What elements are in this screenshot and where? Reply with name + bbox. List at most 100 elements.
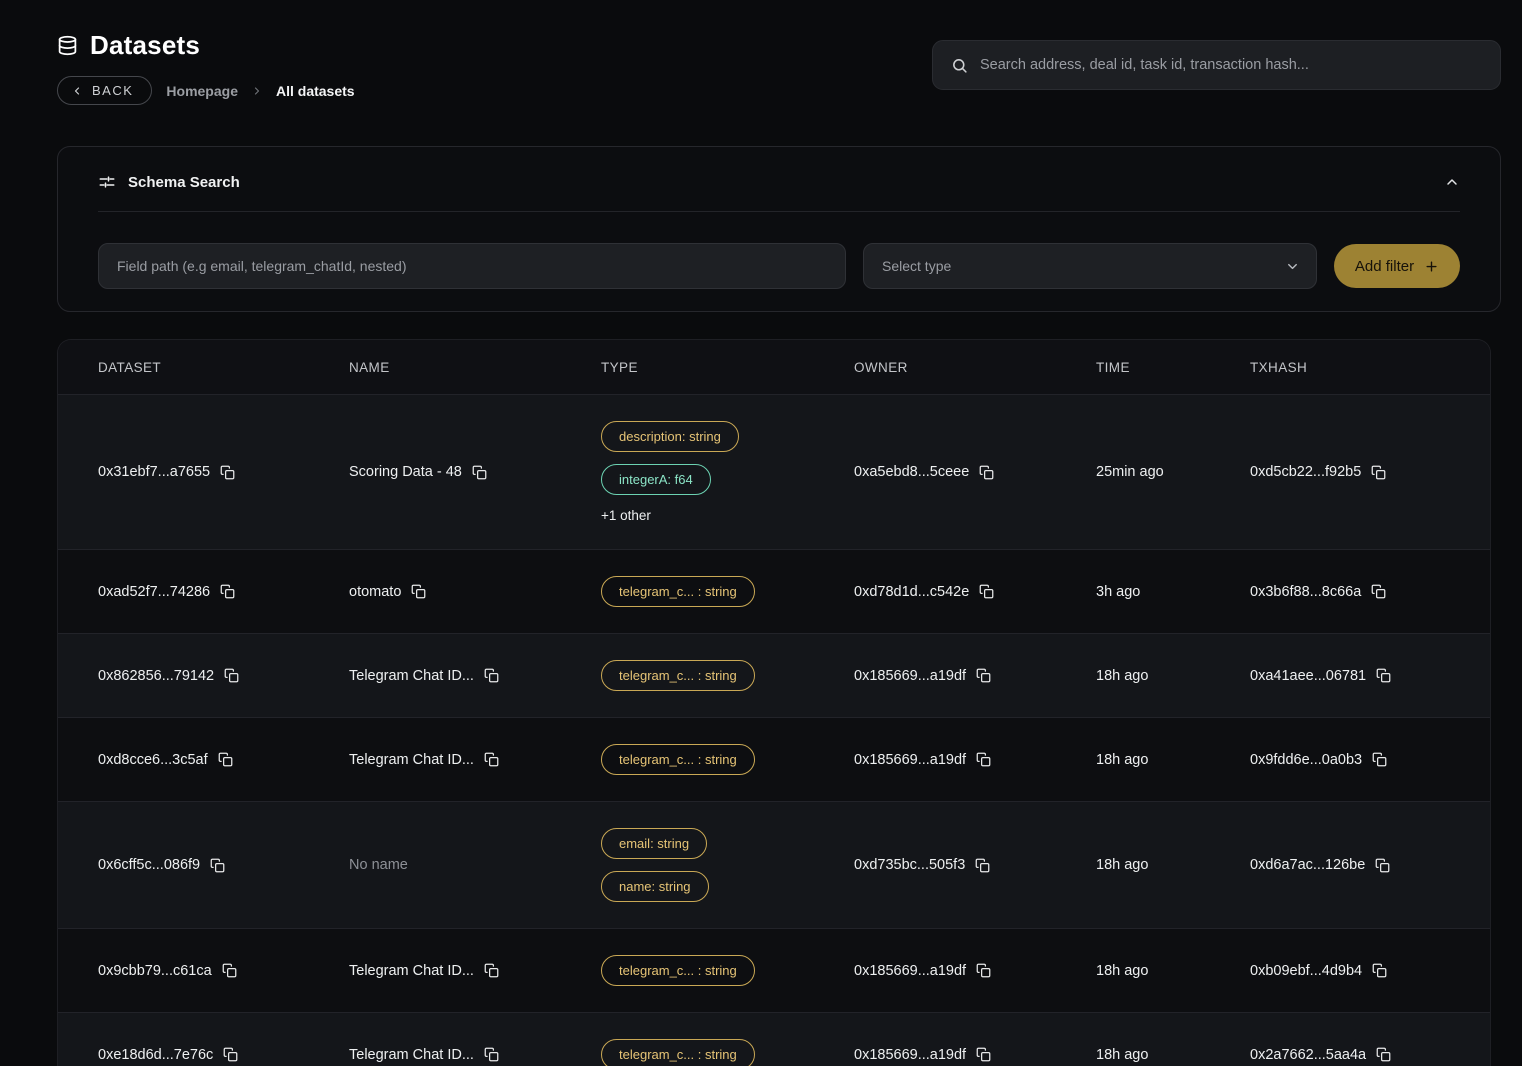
time-ago: 18h ago [1096, 752, 1148, 768]
collapse-panel-button[interactable] [1444, 174, 1460, 190]
tx-hash: 0x3b6f88...8c66a [1250, 584, 1361, 600]
schema-search-title: Schema Search [128, 174, 240, 191]
column-header-dataset: DATASET [58, 360, 349, 375]
copy-icon[interactable] [1372, 963, 1387, 978]
back-label: BACK [92, 83, 133, 98]
back-button[interactable]: BACK [57, 76, 152, 105]
tx-hash: 0xa41aee...06781 [1250, 668, 1366, 684]
dataset-name: Telegram Chat ID... [349, 1047, 474, 1063]
table-row[interactable]: 0xd8cce6...3c5af Telegram Chat ID... teleg… [58, 717, 1490, 801]
copy-icon[interactable] [1376, 668, 1391, 683]
tx-hash: 0x2a7662...5aa4a [1250, 1047, 1366, 1063]
copy-icon[interactable] [979, 584, 994, 599]
search-icon [951, 57, 968, 74]
dataset-hash: 0x862856...79142 [98, 668, 214, 684]
copy-icon[interactable] [484, 963, 499, 978]
dataset-name: Telegram Chat ID... [349, 668, 474, 684]
field-path-input[interactable] [98, 243, 846, 289]
time-ago: 18h ago [1096, 668, 1148, 684]
chevron-right-icon [251, 85, 263, 97]
copy-icon[interactable] [220, 584, 235, 599]
datasets-table: DATASET NAME TYPE OWNER TIME TXHASH 0x31… [57, 339, 1491, 1066]
page-title: Datasets [90, 30, 200, 61]
copy-icon[interactable] [1375, 858, 1390, 873]
copy-icon[interactable] [976, 668, 991, 683]
table-row[interactable]: 0x31ebf7...a7655Scoring Data - 48descrip… [58, 394, 1490, 549]
copy-icon[interactable] [484, 1047, 499, 1062]
dataset-name: Scoring Data - 48 [349, 464, 462, 480]
dataset-hash: 0x31ebf7...a7655 [98, 464, 210, 480]
table-header-row: DATASET NAME TYPE OWNER TIME TXHASH [58, 340, 1490, 394]
schema-search-panel: Schema Search Select type Add filter [57, 146, 1501, 312]
tx-hash: 0xd6a7ac...126be [1250, 857, 1365, 873]
table-row[interactable]: 0x9cbb79...c61ca Telegram Chat ID... teleg… [58, 928, 1490, 1012]
dataset-hash: 0xd8cce6...3c5af [98, 752, 208, 768]
copy-icon[interactable] [411, 584, 426, 599]
time-ago: 18h ago [1096, 857, 1148, 873]
dataset-name: No name [349, 857, 408, 873]
copy-icon[interactable] [220, 465, 235, 480]
owner-hash: 0x185669...a19df [854, 752, 966, 768]
breadcrumb-current: All datasets [276, 83, 355, 99]
add-filter-label: Add filter [1355, 258, 1414, 275]
copy-icon[interactable] [223, 1047, 238, 1062]
copy-icon[interactable] [979, 465, 994, 480]
dataset-name: Telegram Chat ID... [349, 752, 474, 768]
type-badge: name: string [601, 871, 709, 902]
dataset-name: otomato [349, 584, 401, 600]
owner-hash: 0xa5ebd8...5ceee [854, 464, 969, 480]
copy-icon[interactable] [224, 668, 239, 683]
column-header-owner: OWNER [854, 360, 1096, 375]
copy-icon[interactable] [975, 858, 990, 873]
copy-icon[interactable] [1376, 1047, 1391, 1062]
tx-hash: 0xb09ebf...4d9b4 [1250, 963, 1362, 979]
filter-sliders-icon [98, 173, 116, 191]
table-row[interactable]: 0xad52f7...74286otomatotelegram_c... : s… [58, 549, 1490, 633]
column-header-type: TYPE [601, 360, 854, 375]
copy-icon[interactable] [1371, 584, 1386, 599]
column-header-txhash: TXHASH [1250, 360, 1490, 375]
column-header-time: TIME [1096, 360, 1250, 375]
time-ago: 25min ago [1096, 464, 1164, 480]
copy-icon[interactable] [484, 752, 499, 767]
search-input[interactable] [980, 57, 1482, 73]
type-select-value: Select type [882, 258, 951, 274]
time-ago: 18h ago [1096, 1047, 1148, 1063]
type-badge: telegram_c... : string [601, 744, 755, 775]
table-row[interactable]: 0x862856...79142Telegram Chat ID...teleg… [58, 633, 1490, 717]
copy-icon[interactable] [222, 963, 237, 978]
copy-icon[interactable] [484, 668, 499, 683]
copy-icon[interactable] [218, 752, 233, 767]
dataset-hash: 0xe18d6d...7e76c [98, 1047, 213, 1063]
table-row[interactable]: 0xe18d6d...7e76c Telegram Chat ID... teleg… [58, 1012, 1490, 1066]
tx-hash: 0x9fdd6e...0a0b3 [1250, 752, 1362, 768]
breadcrumb: BACK Homepage All datasets [57, 76, 355, 105]
copy-icon[interactable] [472, 465, 487, 480]
time-ago: 3h ago [1096, 584, 1140, 600]
chevron-up-icon [1444, 174, 1460, 190]
copy-icon[interactable] [976, 963, 991, 978]
dataset-hash: 0x9cbb79...c61ca [98, 963, 212, 979]
table-row[interactable]: 0x6cff5c...086f9 No name email: string name… [58, 801, 1490, 928]
copy-icon[interactable] [976, 1047, 991, 1062]
top-bar: Datasets BACK Homepage All datasets [57, 30, 1501, 105]
type-badge: email: string [601, 828, 707, 859]
table-body: 0x31ebf7...a7655Scoring Data - 48descrip… [58, 394, 1490, 1066]
title-block: Datasets BACK Homepage All datasets [57, 30, 355, 105]
type-select[interactable]: Select type [863, 243, 1317, 289]
copy-icon[interactable] [976, 752, 991, 767]
dataset-hash: 0x6cff5c...086f9 [98, 857, 200, 873]
copy-icon[interactable] [1371, 465, 1386, 480]
chevron-left-icon [71, 85, 83, 97]
copy-icon[interactable] [1372, 752, 1387, 767]
dataset-name: Telegram Chat ID... [349, 963, 474, 979]
type-badge: telegram_c... : string [601, 1039, 755, 1066]
global-search[interactable] [932, 40, 1501, 90]
type-badge: telegram_c... : string [601, 955, 755, 986]
copy-icon[interactable] [210, 858, 225, 873]
add-filter-button[interactable]: Add filter [1334, 244, 1460, 288]
breadcrumb-homepage[interactable]: Homepage [166, 83, 238, 99]
database-icon [57, 35, 78, 56]
tx-hash: 0xd5cb22...f92b5 [1250, 464, 1361, 480]
type-badge: telegram_c... : string [601, 576, 755, 607]
